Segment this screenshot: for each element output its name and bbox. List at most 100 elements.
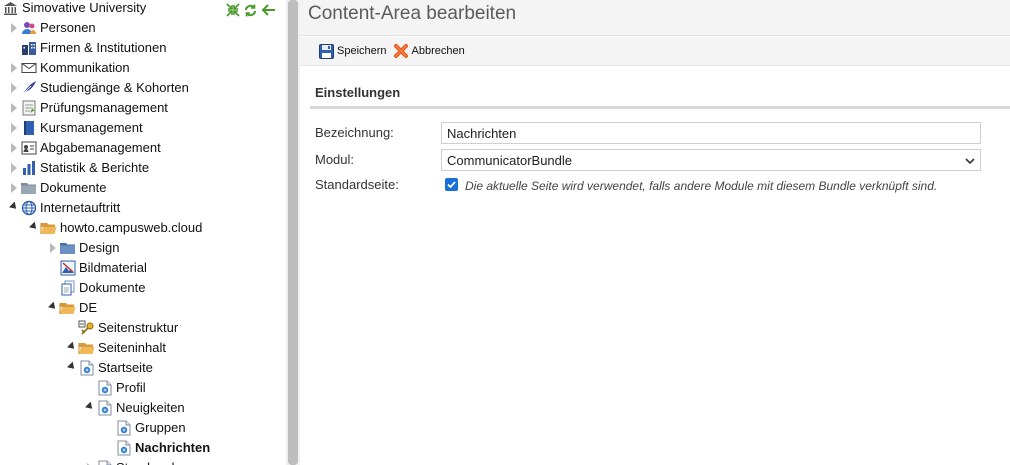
tree-item-label: Nachrichten bbox=[135, 440, 211, 455]
tree-item-label: Neuigkeiten bbox=[116, 400, 185, 415]
page-icon bbox=[115, 420, 132, 437]
id-card-icon bbox=[20, 140, 37, 157]
tree-item-label: Abgabemanagement bbox=[40, 140, 161, 155]
expand-triangle-icon[interactable] bbox=[8, 58, 20, 78]
tree-item-label: Seitenstruktur bbox=[98, 320, 179, 335]
page-icon bbox=[78, 360, 95, 377]
collapse-triangle-icon[interactable] bbox=[47, 298, 59, 318]
default-page-hint: Die aktuelle Seite wird verwendet, falls… bbox=[465, 179, 938, 193]
expand-triangle-icon[interactable] bbox=[8, 98, 20, 118]
navigation-sidebar: Simovative University Personen Firmen & In… bbox=[0, 0, 286, 465]
tree-item[interactable]: Seitenstruktur bbox=[66, 318, 178, 338]
expand-triangle-icon[interactable] bbox=[8, 118, 20, 138]
folder-blue-icon bbox=[59, 240, 76, 257]
expand-triangle-icon[interactable] bbox=[8, 158, 20, 178]
tree-item[interactable]: Seiteninhalt bbox=[66, 338, 166, 358]
tree-item-label: Seiteninhalt bbox=[98, 340, 166, 355]
tree-item-label: Bildmaterial bbox=[79, 260, 147, 275]
collapse-triangle-icon[interactable] bbox=[66, 338, 78, 358]
expand-triangle-icon[interactable] bbox=[47, 238, 59, 258]
tree-item-label: Design bbox=[79, 240, 120, 255]
expand-triangle-icon[interactable] bbox=[84, 458, 96, 465]
tree-item[interactable]: Profil bbox=[84, 378, 146, 398]
module-select[interactable]: CommunicatorBundle bbox=[441, 149, 981, 171]
panel-splitter[interactable] bbox=[286, 0, 300, 465]
floppy-disk-icon bbox=[318, 43, 335, 60]
page-icon bbox=[96, 380, 113, 397]
tree-item[interactable]: DE bbox=[47, 298, 97, 318]
tree-item-label: DE bbox=[79, 300, 98, 315]
collapse-triangle-icon[interactable] bbox=[8, 198, 20, 218]
sidebar-tools bbox=[225, 1, 276, 19]
tree-item[interactable]: Stundenplan bbox=[84, 458, 189, 465]
chevron-down-icon bbox=[965, 153, 975, 168]
collapse-triangle-icon[interactable] bbox=[84, 398, 96, 418]
expand-triangle-icon[interactable] bbox=[8, 178, 20, 198]
tree-item-label: Dokumente bbox=[79, 280, 146, 295]
tree-item[interactable]: Kursmanagement bbox=[8, 118, 143, 138]
tree-item[interactable]: Firmen & Institutionen bbox=[8, 38, 166, 58]
tree-item[interactable]: Neuigkeiten bbox=[84, 398, 185, 418]
main-panel: Content-Area bearbeiten Speichern Abbrec… bbox=[300, 0, 1010, 465]
refresh-icon[interactable] bbox=[243, 3, 258, 18]
expand-triangle-icon[interactable] bbox=[8, 78, 20, 98]
checkmark-icon bbox=[447, 181, 456, 189]
feather-icon bbox=[20, 80, 37, 97]
tree-item-label: Firmen & Institutionen bbox=[40, 40, 167, 55]
section-title: Einstellungen bbox=[315, 85, 401, 100]
save-button[interactable]: Speichern bbox=[318, 43, 387, 60]
tree-item-label: howto.campusweb.cloud bbox=[60, 220, 203, 235]
tree-item[interactable]: Nachrichten bbox=[103, 438, 210, 458]
tree-item[interactable]: Internetauftritt bbox=[8, 198, 120, 218]
folder-open-icon bbox=[59, 300, 76, 317]
default-page-checkbox[interactable] bbox=[445, 178, 458, 191]
tree-item[interactable]: Abgabemanagement bbox=[8, 138, 161, 158]
tree-item[interactable]: Studiengänge & Kohorten bbox=[8, 78, 189, 98]
tree-item[interactable]: Startseite bbox=[66, 358, 153, 378]
documents-icon bbox=[59, 280, 76, 297]
tree-item[interactable]: Statistik & Berichte bbox=[8, 158, 149, 178]
tree-item[interactable]: Gruppen bbox=[103, 418, 186, 438]
tree-item[interactable]: Dokumente bbox=[8, 178, 106, 198]
collapse-triangle-icon[interactable] bbox=[66, 358, 78, 378]
bar-chart-icon bbox=[20, 160, 37, 177]
section-divider bbox=[310, 106, 1010, 109]
tree-item[interactable]: Kommunikation bbox=[8, 58, 130, 78]
folder-open-icon bbox=[78, 340, 95, 357]
back-arrow-icon[interactable] bbox=[261, 3, 276, 18]
tree-item-label: Profil bbox=[116, 380, 146, 395]
toolbar: Speichern Abbrechen bbox=[300, 37, 1010, 66]
expand-triangle-icon[interactable] bbox=[8, 138, 20, 158]
page-header: Content-Area bearbeiten bbox=[300, 0, 1010, 36]
cancel-button[interactable]: Abbrechen bbox=[393, 43, 465, 60]
collapse-triangle-icon[interactable] bbox=[28, 218, 40, 238]
expand-triangle-icon[interactable] bbox=[8, 18, 20, 38]
page-icon bbox=[96, 460, 113, 465]
buildings-icon bbox=[20, 40, 37, 57]
globe-icon bbox=[20, 200, 37, 217]
splitter-handle[interactable] bbox=[288, 0, 298, 465]
tree-item-label: Kommunikation bbox=[40, 60, 130, 75]
tree-item[interactable]: howto.campusweb.cloud bbox=[28, 218, 202, 238]
default-page-label: Standardseite: bbox=[315, 177, 399, 192]
module-label: Modul: bbox=[315, 152, 355, 167]
tree-item[interactable]: Simovative University bbox=[2, 0, 146, 18]
tree-item-label: Simovative University bbox=[22, 0, 147, 15]
image-icon bbox=[59, 260, 76, 277]
university-icon bbox=[2, 0, 19, 17]
book-icon bbox=[20, 120, 37, 137]
tree-item[interactable]: Personen bbox=[8, 18, 96, 38]
tree-item[interactable]: Prüfungsmanagement bbox=[8, 98, 168, 118]
tree-item[interactable]: Design bbox=[47, 238, 119, 258]
name-field[interactable] bbox=[441, 122, 981, 144]
collapse-all-icon[interactable] bbox=[225, 3, 240, 18]
tree-item-label: Stundenplan bbox=[116, 458, 189, 465]
tree-item[interactable]: Dokumente bbox=[47, 278, 145, 298]
page-title: Content-Area bearbeiten bbox=[308, 3, 517, 24]
tree-item[interactable]: Bildmaterial bbox=[47, 258, 147, 278]
tree-item-label: Personen bbox=[40, 20, 96, 35]
folder-gray-icon bbox=[20, 180, 37, 197]
